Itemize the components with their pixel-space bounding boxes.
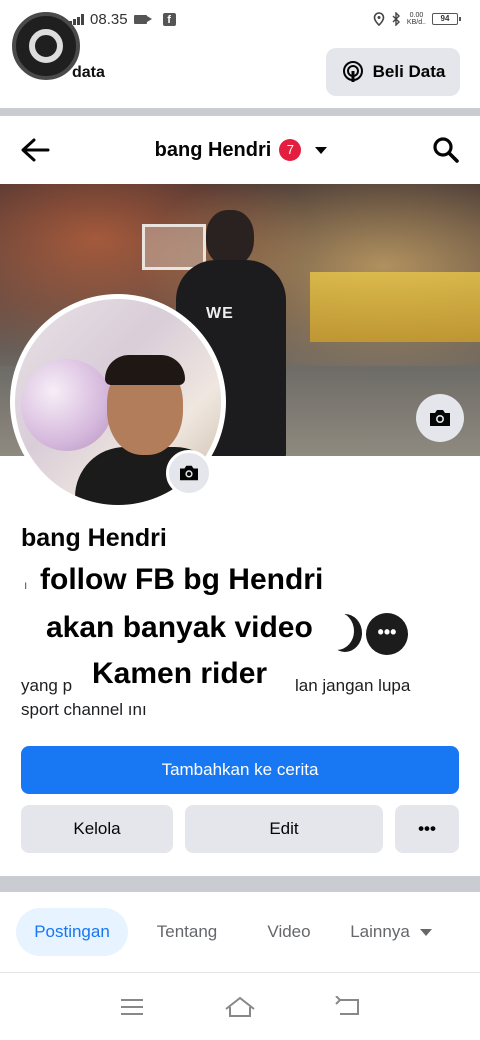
jersey-text: WE [206,305,234,322]
manage-button[interactable]: Kelola [21,805,173,853]
facebook-icon: f [162,12,176,26]
floating-button-ring [29,29,63,63]
battery-icon: 94 [432,13,461,25]
status-right: 0.00 KB/d.. 94 [373,12,461,26]
profile-name: bang Hendri [21,524,167,552]
speed-value: 0.00 [409,12,424,19]
broadcast-icon [342,61,363,82]
avatar-hair [105,355,185,385]
profile-nav-bar: bang Hendri 7 [0,116,480,184]
menu-icon[interactable] [119,997,145,1017]
data-label: data [72,64,105,81]
speed-indicator: 0.00 KB/d.. [407,12,426,26]
battery-level: 94 [440,14,450,23]
speed-unit: KB/d.. [406,19,426,26]
chevron-down-icon [419,928,432,936]
buy-data-button[interactable]: Beli Data [326,48,460,96]
add-to-story-button[interactable]: Tambahkan ke cerita [21,746,459,794]
tab-tentang[interactable]: Tentang [128,908,246,956]
tab-lainnya-label: Lainnya [350,922,410,941]
moon-emoji [320,612,362,652]
divider [0,108,480,116]
clock: 08.35 [90,10,128,28]
edit-cover-camera-button[interactable] [416,394,464,442]
profile-switcher[interactable]: bang Hendri 7 [155,139,328,162]
bio-right: lan jangan lupa [295,676,411,695]
nav-title: bang Hendri [154,138,272,161]
profile-tabs: Postingan Tentang Video Lainnya [0,892,480,972]
search-icon[interactable] [432,136,460,164]
location-icon [373,12,385,26]
more-button[interactable]: ••• [395,805,459,853]
cover-bus [310,272,480,342]
camera-icon [430,410,450,426]
cover-player-head [206,210,254,266]
notification-badge: 7 [279,139,302,161]
chevron-down-icon [315,146,328,154]
overlay-text-line-2: akan banyak video [42,611,317,645]
section-divider [0,876,480,892]
camera-icon [180,465,198,481]
system-navigation-bar [0,972,480,1040]
bio-left: yang p [21,676,73,695]
edit-profile-picture-camera-button[interactable] [166,450,212,496]
avatar-balloon [21,359,113,451]
back-arrow-icon[interactable] [20,137,50,163]
buy-data-label: Beli Data [372,62,446,81]
overlay-text-line-1: follow FB bg Hendri [36,563,328,597]
floating-button[interactable] [12,12,80,80]
video-icon [133,14,152,24]
tab-video[interactable]: Video [246,908,332,956]
overlay-text-line-3: Kamen rider [88,657,272,691]
edit-profile-button[interactable]: Edit [185,805,383,853]
bluetooth-icon [392,12,400,26]
home-icon[interactable] [223,995,257,1019]
back-icon[interactable] [335,995,361,1018]
partial-mark: ı [24,578,28,592]
more-options-dark-button[interactable]: ••• [366,613,408,655]
tab-postingan[interactable]: Postingan [16,908,128,956]
bio-line-2: sport channel ını [21,700,147,719]
tab-lainnya[interactable]: Lainnya [332,908,450,956]
